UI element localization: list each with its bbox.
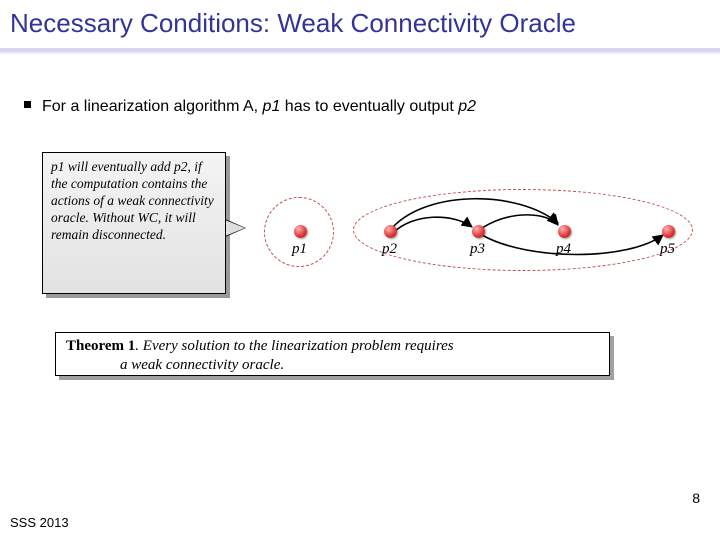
node-p2 (384, 225, 397, 238)
edge-p3-p4 (482, 215, 558, 228)
node-p1 (294, 225, 307, 238)
label-p4: p4 (556, 241, 571, 258)
bullet-p2: p2 (458, 98, 476, 115)
label-p3: p3 (470, 241, 485, 258)
label-p1: p1 (292, 241, 307, 258)
footer-text: SSS 2013 (10, 515, 69, 530)
slide-title: Necessary Conditions: Weak Connectivity … (10, 8, 576, 39)
theorem-line1: . Every solution to the linearization pr… (135, 338, 453, 354)
theorem-label: Theorem 1 (66, 338, 135, 354)
callout-text: p1 will eventually add p2, if the comput… (51, 159, 214, 242)
diagram: p1 p2 p3 p4 p5 (258, 195, 698, 285)
title-underline (0, 48, 720, 54)
callout: p1 will eventually add p2, if the comput… (42, 152, 232, 302)
bullet-text-pre: For a linearization algorithm A, (42, 98, 263, 115)
theorem-line2: a weak connectivity oracle. (66, 357, 284, 373)
node-p3 (472, 225, 485, 238)
bullet-icon (24, 101, 31, 108)
theorem-box-group: Theorem 1. Every solution to the lineari… (55, 332, 615, 382)
callout-box: p1 will eventually add p2, if the comput… (42, 152, 226, 294)
bullet-p1: p1 (263, 98, 281, 115)
edge-p2-p4 (393, 199, 558, 227)
node-p5 (662, 225, 675, 238)
bullet-text-mid: has to eventually output (280, 98, 458, 115)
label-p2: p2 (382, 241, 397, 258)
page-number: 8 (692, 490, 700, 506)
label-p5: p5 (660, 241, 675, 258)
theorem-box: Theorem 1. Every solution to the lineari… (55, 332, 610, 376)
edges-svg (258, 195, 698, 285)
callout-wedge (225, 220, 245, 236)
slide: Necessary Conditions: Weak Connectivity … (0, 0, 720, 540)
bullet-line: For a linearization algorithm A, p1 has … (42, 98, 476, 116)
node-p4 (558, 225, 571, 238)
edge-p3-p5 (482, 235, 663, 255)
edge-p2-p3 (393, 217, 472, 233)
